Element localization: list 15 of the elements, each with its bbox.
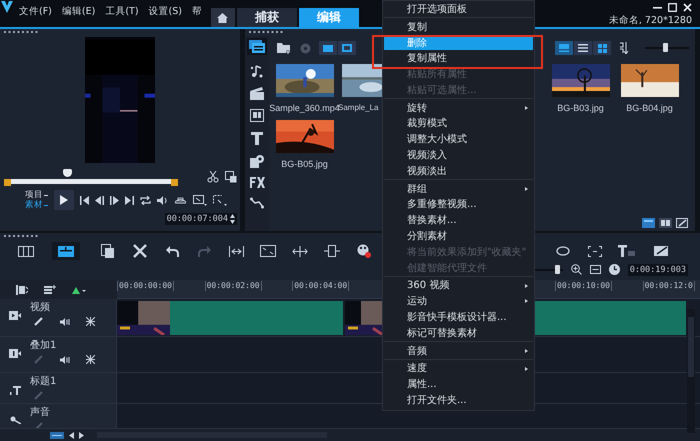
track-name: 叠加1 bbox=[30, 340, 58, 352]
media-label: BG-B03.jpg bbox=[557, 103, 604, 113]
media-label: BG-B05.jpg bbox=[281, 159, 328, 169]
media-label: Sample_360.mp4 bbox=[269, 103, 340, 113]
track-name: 标题1 bbox=[30, 376, 56, 388]
ruler-label: 00:00:12:0 bbox=[642, 281, 695, 291]
ruler-label: 00:00:04:00 bbox=[292, 281, 350, 291]
ruler-label: 00:00:00:00 bbox=[117, 281, 174, 291]
track-name: 声音 bbox=[30, 407, 50, 419]
track-name: 视频 bbox=[30, 302, 51, 314]
ruler-label: 00:00:10:00 bbox=[555, 281, 612, 291]
project-title: 未命名, 720*1280 bbox=[608, 14, 692, 27]
media-label: Sample_La bbox=[338, 103, 378, 112]
ruler-label: 00:00:02:00 bbox=[204, 281, 262, 291]
media-label: BG-B04.jpg bbox=[626, 103, 673, 113]
